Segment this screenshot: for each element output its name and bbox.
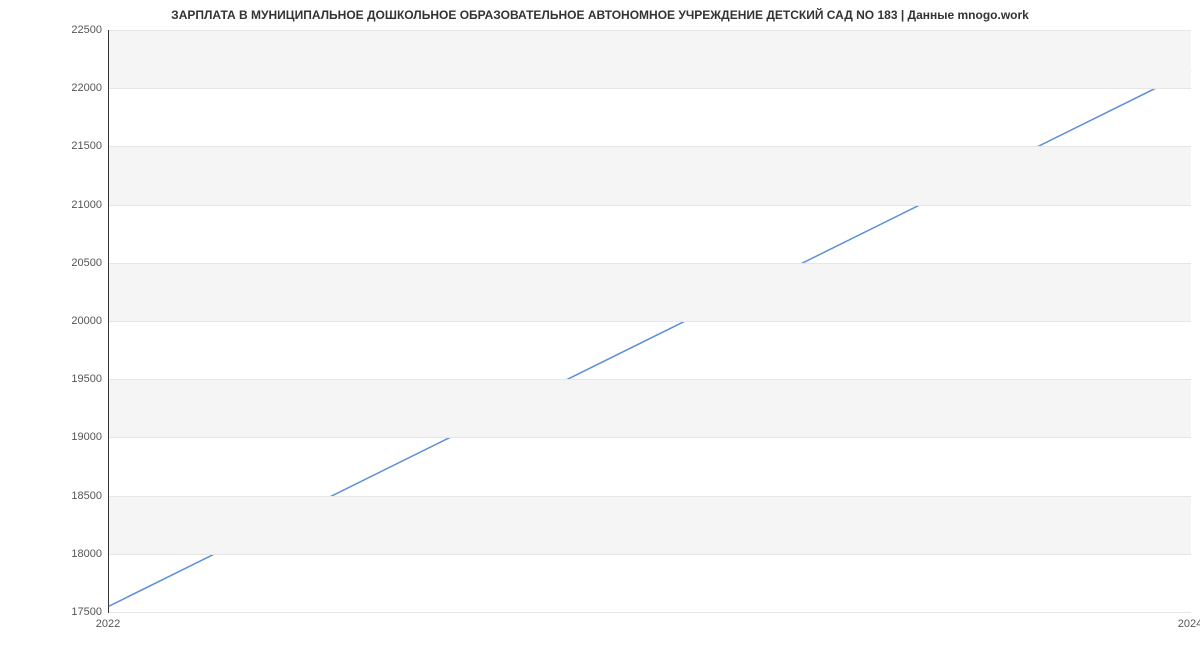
gridline (109, 321, 1191, 322)
gridline (109, 612, 1191, 613)
y-tick-label: 18000 (52, 548, 102, 560)
gridline (109, 205, 1191, 206)
grid-band (109, 30, 1191, 88)
y-tick-label: 21500 (52, 140, 102, 152)
grid-band (109, 146, 1191, 204)
y-tick-label: 22500 (52, 24, 102, 36)
gridline (109, 554, 1191, 555)
y-tick-label: 22000 (52, 82, 102, 94)
gridline (109, 88, 1191, 89)
plot-area (108, 30, 1191, 613)
chart-container: ЗАРПЛАТА В МУНИЦИПАЛЬНОЕ ДОШКОЛЬНОЕ ОБРА… (0, 0, 1200, 650)
chart-title: ЗАРПЛАТА В МУНИЦИПАЛЬНОЕ ДОШКОЛЬНОЕ ОБРА… (0, 0, 1200, 26)
gridline (109, 146, 1191, 147)
y-tick-label: 17500 (52, 606, 102, 618)
y-tick-label: 20500 (52, 257, 102, 269)
y-tick-label: 19500 (52, 373, 102, 385)
y-tick-label: 20000 (52, 315, 102, 327)
y-tick-label: 18500 (52, 490, 102, 502)
grid-band (109, 379, 1191, 437)
gridline (109, 496, 1191, 497)
y-tick-label: 21000 (52, 199, 102, 211)
gridline (109, 379, 1191, 380)
x-tick-label: 2022 (96, 618, 120, 630)
grid-band (109, 496, 1191, 554)
y-tick-label: 19000 (52, 431, 102, 443)
gridline (109, 437, 1191, 438)
grid-band (109, 263, 1191, 321)
gridline (109, 263, 1191, 264)
x-tick-label: 2024 (1178, 618, 1200, 630)
gridline (109, 30, 1191, 31)
